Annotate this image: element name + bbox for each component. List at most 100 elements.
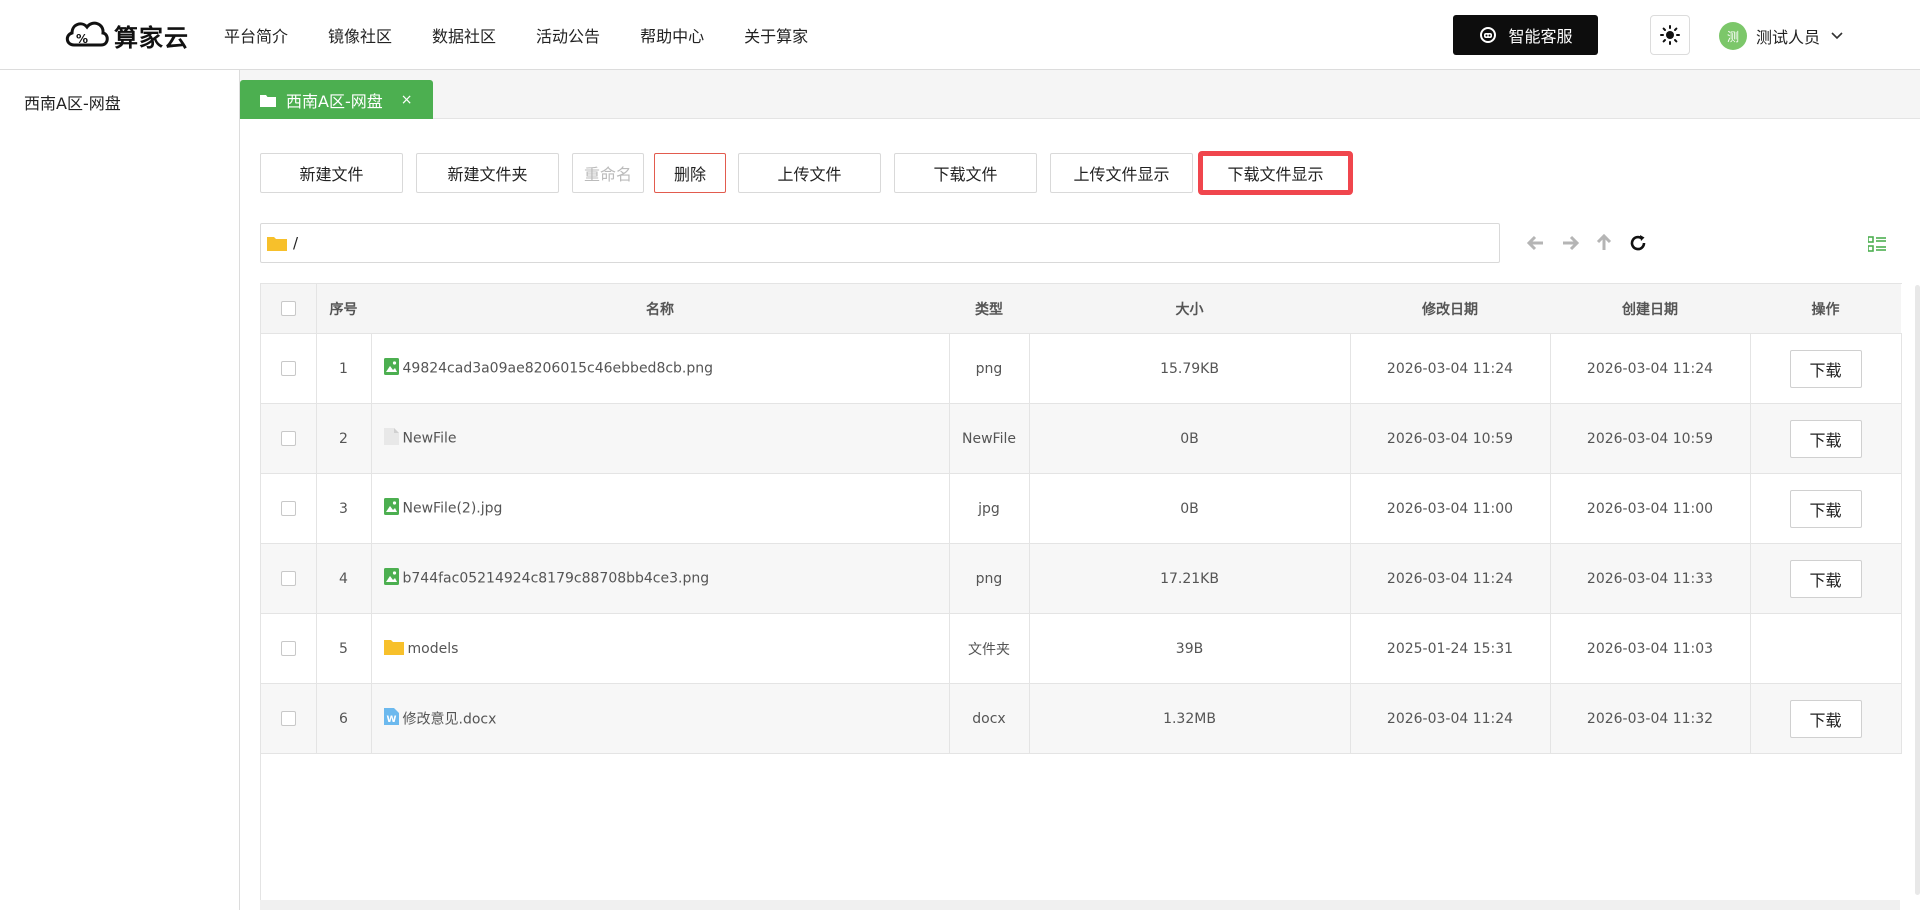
row-modified: 2026-03-04 11:24 xyxy=(1350,543,1551,614)
download-file-button[interactable]: 下载文件 xyxy=(894,153,1037,193)
row-name-cell[interactable]: NewFile(2).jpg xyxy=(371,473,950,544)
row-name-cell[interactable]: 49824cad3a09ae8206015c46ebbed8cb.png xyxy=(371,333,950,404)
new-folder-button[interactable]: 新建文件夹 xyxy=(416,153,559,193)
row-size: 0B xyxy=(1029,403,1351,474)
new-file-button[interactable]: 新建文件 xyxy=(260,153,403,193)
theme-toggle-button[interactable] xyxy=(1650,15,1690,55)
table-row[interactable]: 1 49824cad3a09ae8206015c46ebbed8cb.png png… xyxy=(261,333,1902,404)
main-content: 西南A区-网盘 × 新建文件 新建文件夹 重命名 删除 上传文件 下载文件 上传… xyxy=(240,70,1920,910)
row-checkbox[interactable] xyxy=(280,711,296,726)
logo-text: 算家云 xyxy=(114,23,189,52)
col-created[interactable]: 创建日期 xyxy=(1550,283,1750,334)
row-modified: 2026-03-04 11:24 xyxy=(1350,683,1551,754)
path-value: / xyxy=(293,234,299,252)
row-created: 2026-03-04 11:32 xyxy=(1550,683,1751,754)
row-checkbox[interactable] xyxy=(280,641,296,656)
upload-file-button[interactable]: 上传文件 xyxy=(738,153,881,193)
chevron-down-icon xyxy=(1831,32,1843,40)
nav-about[interactable]: 关于算家 xyxy=(744,23,808,47)
forward-arrow-icon[interactable] xyxy=(1553,235,1587,251)
row-name-cell[interactable]: NewFile xyxy=(371,403,950,474)
row-select-cell xyxy=(261,683,317,754)
col-size[interactable]: 大小 xyxy=(1029,283,1350,334)
folder-icon xyxy=(383,639,404,659)
row-checkbox[interactable] xyxy=(280,361,296,376)
row-file-name[interactable]: 49824cad3a09ae8206015c46ebbed8cb.png xyxy=(403,361,714,377)
row-modified: 2026-03-04 11:00 xyxy=(1350,473,1551,544)
sidebar: 西南A区-网盘 xyxy=(0,70,240,910)
row-checkbox[interactable] xyxy=(280,571,296,586)
smart-service-button[interactable]: 智能客服 xyxy=(1453,15,1598,55)
sidebar-item-southwest-drive[interactable]: 西南A区-网盘 xyxy=(24,90,121,114)
row-download-button[interactable]: 下载 xyxy=(1789,349,1862,388)
row-size: 1.32MB xyxy=(1029,683,1351,754)
row-modified: 2026-03-04 11:24 xyxy=(1350,333,1551,404)
main-nav: 平台简介 镜像社区 数据社区 活动公告 帮助中心 关于算家 xyxy=(224,0,848,70)
row-type: jpg xyxy=(949,473,1030,544)
file-table: 序号 名称 类型 大小 修改日期 创建日期 操作 1 49824cad3a09ae… xyxy=(261,283,1902,754)
nav-help-center[interactable]: 帮助中心 xyxy=(640,23,704,47)
tab-label: 西南A区-网盘 xyxy=(286,91,383,111)
up-arrow-icon[interactable] xyxy=(1587,234,1621,252)
nav-announcements[interactable]: 活动公告 xyxy=(536,23,600,47)
select-all-checkbox[interactable] xyxy=(280,301,296,316)
table-row[interactable]: 3 NewFile(2).jpg jpg 0B 2026-03-04 11:00 2026… xyxy=(261,473,1902,544)
tab-southwest-drive[interactable]: 西南A区-网盘 × xyxy=(240,80,433,119)
smart-service-label: 智能客服 xyxy=(1508,27,1573,46)
user-menu[interactable]: 测 测试人员 xyxy=(1719,22,1844,50)
nav-data-community[interactable]: 数据社区 xyxy=(432,23,496,47)
row-download-button[interactable]: 下载 xyxy=(1789,419,1862,458)
path-bar[interactable]: / xyxy=(260,223,1500,263)
delete-button[interactable]: 删除 xyxy=(654,153,726,193)
upload-display-button[interactable]: 上传文件显示 xyxy=(1050,153,1193,193)
col-action: 操作 xyxy=(1750,283,1901,334)
nav-platform-intro[interactable]: 平台简介 xyxy=(224,23,288,47)
refresh-icon[interactable] xyxy=(1621,234,1655,252)
table-row[interactable]: 2 NewFile NewFile 0B 2026-03-04 10:59 2026-03… xyxy=(261,403,1902,474)
folder-icon xyxy=(260,94,276,107)
table-row[interactable]: 5 models 文件夹 39B 2025-01-24 15:31 2026-03-04 … xyxy=(261,613,1902,684)
horizontal-scrollbar[interactable] xyxy=(260,900,1900,910)
col-type[interactable]: 类型 xyxy=(949,283,1029,334)
row-action-cell: 下载 xyxy=(1750,543,1902,614)
row-file-name[interactable]: 修改意见.docx xyxy=(403,712,497,728)
row-select-cell xyxy=(261,613,317,684)
row-modified: 2025-01-24 15:31 xyxy=(1350,613,1551,684)
row-name-cell[interactable]: models xyxy=(371,613,950,684)
row-file-name[interactable]: NewFile(2).jpg xyxy=(403,501,503,517)
row-select-cell xyxy=(261,543,317,614)
row-created: 2026-03-04 11:33 xyxy=(1550,543,1751,614)
row-checkbox[interactable] xyxy=(280,431,296,446)
col-modified[interactable]: 修改日期 xyxy=(1350,283,1550,334)
user-name: 测试人员 xyxy=(1756,28,1821,47)
download-display-button[interactable]: 下载文件显示 xyxy=(1198,151,1353,195)
list-view-icon[interactable] xyxy=(1867,236,1886,256)
row-download-button[interactable]: 下载 xyxy=(1789,699,1862,738)
select-all-cell xyxy=(261,283,317,334)
avatar: 测 xyxy=(1719,22,1747,50)
table-row[interactable]: 4 b744fac05214924c8179c88708bb4ce3.png png… xyxy=(261,543,1902,614)
back-arrow-icon[interactable] xyxy=(1519,235,1553,251)
row-type: docx xyxy=(949,683,1030,754)
rename-button[interactable]: 重命名 xyxy=(572,153,644,193)
table-row[interactable]: 6 W 修改意见.docx docx 1.32MB 2026-03-04 11:24 202… xyxy=(261,683,1902,754)
row-download-button[interactable]: 下载 xyxy=(1789,489,1862,528)
row-type: 文件夹 xyxy=(949,613,1030,684)
row-file-name[interactable]: models xyxy=(408,641,459,657)
row-download-button[interactable]: 下载 xyxy=(1789,559,1862,598)
row-name-cell[interactable]: b744fac05214924c8179c88708bb4ce3.png xyxy=(371,543,950,614)
row-action-cell: 下载 xyxy=(1750,403,1902,474)
logo[interactable]: % 算家云 xyxy=(62,13,189,57)
row-index: 5 xyxy=(316,613,372,684)
cloud-logo-icon: % xyxy=(65,21,109,47)
row-checkbox[interactable] xyxy=(280,501,296,516)
col-name[interactable]: 名称 xyxy=(371,283,949,334)
tab-close-icon[interactable]: × xyxy=(401,92,413,108)
row-file-name[interactable]: b744fac05214924c8179c88708bb4ce3.png xyxy=(403,571,710,587)
file-table-container: 序号 名称 类型 大小 修改日期 创建日期 操作 1 49824cad3a09ae… xyxy=(260,283,1902,903)
word-file-icon: W xyxy=(383,708,399,729)
table-scrollbar[interactable] xyxy=(1915,285,1920,895)
row-file-name[interactable]: NewFile xyxy=(403,431,457,447)
row-name-cell[interactable]: W 修改意见.docx xyxy=(371,683,950,754)
nav-image-community[interactable]: 镜像社区 xyxy=(328,23,392,47)
